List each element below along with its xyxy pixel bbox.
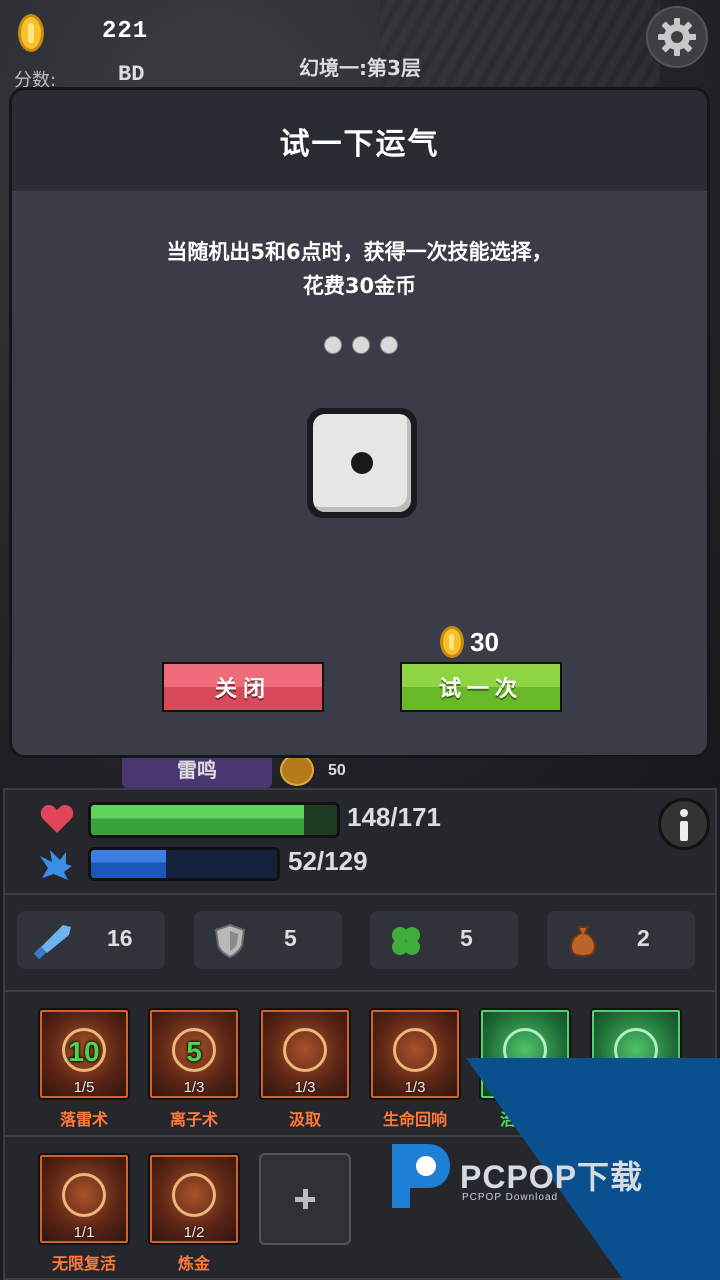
dot — [380, 336, 398, 354]
mana-icon — [40, 850, 72, 880]
cost-value: 30 — [470, 626, 499, 657]
enemy-count: 50 — [328, 762, 346, 779]
watermark-subtitle: PCPOP Download — [462, 1192, 559, 1203]
skill-name: 炼金 — [177, 1254, 210, 1273]
dot — [324, 336, 342, 354]
attack-stat: 16 — [17, 911, 165, 969]
life-echo-icon — [393, 1028, 437, 1072]
attack-value: 16 — [107, 925, 133, 951]
gold-coin-icon — [18, 14, 44, 52]
enemy-coin-icon — [280, 754, 314, 786]
skill-level: 10 — [68, 1036, 100, 1067]
skill-name: 无限复活 — [51, 1254, 116, 1273]
skill-progress: 1/3 — [404, 1079, 426, 1096]
add-skill-button[interactable] — [259, 1153, 351, 1245]
dot — [352, 336, 370, 354]
dice — [307, 408, 417, 518]
mp-bar — [88, 847, 280, 881]
luck-value: 5 — [460, 925, 473, 951]
skill-progress: 1/3 — [294, 1079, 316, 1096]
coin-icon — [440, 626, 464, 658]
revive-icon — [62, 1173, 106, 1217]
sword-icon — [33, 925, 71, 959]
money-bag-icon — [570, 926, 596, 957]
skill-progress: 1/5 — [73, 1079, 95, 1096]
die-face — [313, 414, 411, 512]
mp-text: 52/129 — [288, 846, 368, 876]
luck-dialog: 试一下运气 当随机出5和6点时，获得一次技能选择， 花费30金币 30 关闭 试… — [9, 87, 710, 758]
wealth-value: 2 — [637, 925, 650, 951]
mp-fill — [91, 850, 166, 878]
skill-progress: 1/3 — [183, 1079, 205, 1096]
try-once-button[interactable]: 试一次 — [400, 662, 562, 712]
hp-bar — [88, 802, 340, 838]
luck-stat: 5 — [370, 911, 518, 969]
dialog-header: 试一下运气 — [12, 90, 707, 191]
skill-slot[interactable]: 5 1/3 — [148, 1008, 240, 1100]
divider — [5, 990, 715, 992]
alchemy-icon — [172, 1173, 216, 1217]
skill-name: 落雷术 — [59, 1110, 108, 1129]
clover-icon — [392, 927, 420, 955]
dialog-description: 当随机出5和6点时，获得一次技能选择， 花费30金币 — [12, 235, 707, 303]
skill-slot[interactable]: 1/1 — [38, 1153, 130, 1245]
skill-slot[interactable]: 1/3 — [259, 1008, 351, 1100]
skill-name: 离子术 — [169, 1110, 218, 1129]
skill-name: 汲取 — [288, 1110, 321, 1129]
shield-icon — [214, 923, 246, 959]
info-button[interactable] — [658, 798, 710, 850]
defense-stat: 5 — [194, 911, 342, 969]
close-button[interactable]: 关闭 — [162, 662, 324, 712]
pcpop-logo-icon — [392, 1144, 450, 1208]
gear-icon — [658, 18, 696, 56]
heart-icon — [40, 805, 74, 833]
gold-count: 221 — [102, 18, 149, 45]
skill-name: 生命回响 — [382, 1110, 447, 1129]
hp-fill — [91, 805, 304, 835]
drain-icon — [283, 1028, 327, 1072]
floor-title: 幻境一:第3层 — [299, 56, 421, 80]
description-line-1: 当随机出5和6点时，获得一次技能选择， — [166, 240, 553, 264]
skill-slot[interactable]: 10 1/5 — [38, 1008, 130, 1100]
skill-progress: 1/1 — [73, 1224, 95, 1241]
skill-slot[interactable]: 1/2 — [148, 1153, 240, 1245]
dialog-title: 试一下运气 — [279, 126, 440, 162]
die-pip — [351, 452, 373, 474]
settings-button[interactable] — [646, 6, 708, 68]
skill-level: 5 — [186, 1036, 202, 1067]
loading-dots — [324, 336, 398, 354]
try-cost: 30 — [440, 626, 499, 658]
wealth-stat: 2 — [547, 911, 695, 969]
hp-text: 148/171 — [347, 802, 441, 832]
defense-value: 5 — [284, 925, 297, 951]
skill-slot[interactable]: 1/3 — [369, 1008, 461, 1100]
background-tree — [380, 0, 660, 100]
description-line-2: 花费30金币 — [302, 274, 417, 298]
skill-progress: 1/2 — [183, 1224, 205, 1241]
divider — [5, 893, 715, 895]
